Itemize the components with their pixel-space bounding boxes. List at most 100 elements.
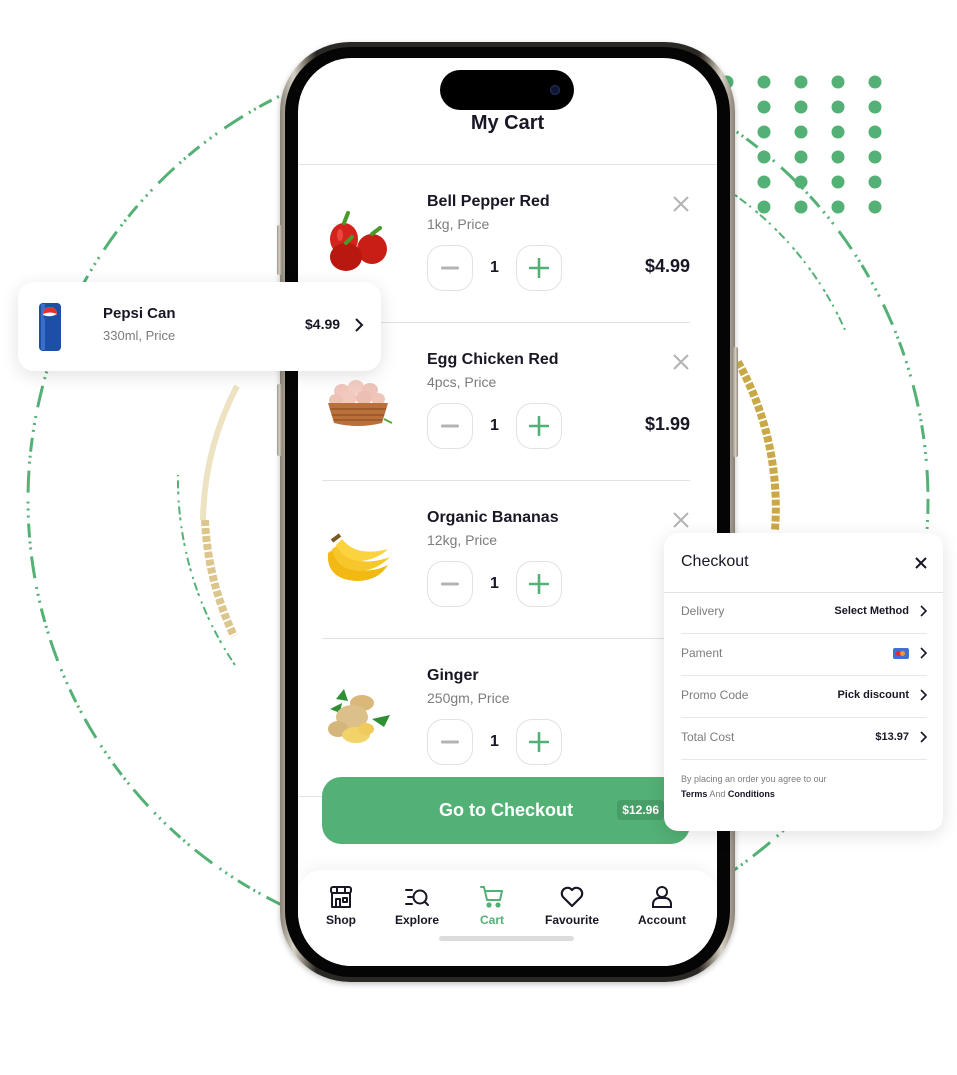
cart-item: Ginger 250gm, Price 1 $2 [322, 639, 690, 797]
tab-label: Explore [394, 913, 439, 927]
row-value: $13.97 [875, 731, 909, 743]
decrease-quantity-button[interactable] [427, 561, 473, 607]
decor-dot [868, 75, 882, 89]
decor-dot [794, 75, 808, 89]
bell-pepper-image [330, 211, 387, 271]
decor-dot [868, 125, 882, 139]
quantity-value: 1 [490, 259, 499, 276]
decor-dot [757, 125, 771, 139]
cart-item: Organic Bananas 12kg, Price 1 $3. [322, 481, 690, 639]
item-price: $4.99 [644, 256, 690, 276]
quantity-value: 1 [490, 733, 499, 750]
checkout-row-delivery[interactable]: Delivery Select Method [681, 592, 927, 634]
increase-quantity-button[interactable] [516, 245, 562, 291]
increase-quantity-button[interactable] [516, 403, 562, 449]
decrease-quantity-button[interactable] [427, 245, 473, 291]
terms-text: By placing an order you agree to our Ter… [681, 772, 827, 802]
checkout-row-promo[interactable]: Promo Code Pick discount [681, 676, 927, 718]
item-subtitle: 1kg, Price [427, 216, 490, 232]
dynamic-island [440, 70, 574, 110]
decor-dot [868, 175, 882, 189]
item-subtitle: 250gm, Price [427, 690, 510, 706]
explore-search-icon [405, 889, 429, 906]
tab-label: Cart [479, 913, 504, 927]
close-icon[interactable] [914, 556, 928, 570]
decor-dot [831, 175, 845, 189]
plus-icon [529, 574, 549, 594]
chevron-right-icon [920, 647, 927, 659]
bottom-tab-bar: Shop Explore Cart Favourite Account [298, 870, 717, 966]
ginger-image [328, 689, 390, 743]
chevron-right-icon [920, 731, 927, 743]
item-name: Organic Bananas [427, 509, 559, 526]
store-icon [330, 886, 352, 908]
plus-icon [529, 258, 549, 278]
chevron-right-icon [920, 689, 927, 701]
home-indicator [439, 936, 574, 941]
checkout-total-badge: $12.96 [617, 800, 664, 820]
camera-icon [550, 85, 560, 95]
decor-dot [757, 75, 771, 89]
decrease-quantity-button[interactable] [427, 719, 473, 765]
tab-account[interactable]: Account [622, 884, 702, 927]
item-name: Ginger [427, 667, 479, 684]
tab-shop[interactable]: Shop [301, 884, 381, 927]
item-name: Egg Chicken Red [427, 351, 559, 368]
checkout-row-total[interactable]: Total Cost $13.97 [681, 718, 927, 760]
cart-icon [480, 886, 503, 908]
decor-dot [757, 100, 771, 114]
decor-dot [757, 200, 771, 214]
decrease-quantity-button[interactable] [427, 403, 473, 449]
increase-quantity-button[interactable] [516, 719, 562, 765]
checkout-row-payment[interactable]: Pament [681, 634, 927, 676]
decor-dot [868, 150, 882, 164]
remove-item-icon[interactable] [672, 353, 690, 371]
row-label: Pament [681, 646, 723, 660]
volume-up-button [277, 225, 282, 275]
terms-link[interactable]: Terms [681, 789, 707, 799]
decor-dot [831, 100, 845, 114]
product-price: $4.99 [305, 316, 341, 332]
product-name: Pepsi Can [103, 305, 176, 322]
app-screen: My Cart Bell Pepper Red 1kg, Price 1 $4.… [298, 58, 717, 966]
decor-dot [794, 125, 808, 139]
chevron-right-icon [920, 605, 927, 617]
minus-icon [441, 424, 459, 428]
chevron-right-icon [355, 318, 364, 332]
power-button [733, 347, 738, 457]
decor-dot [831, 125, 845, 139]
quantity-value: 1 [490, 575, 499, 592]
conditions-link[interactable]: Conditions [728, 789, 775, 799]
decor-dot [831, 75, 845, 89]
floating-product-card[interactable]: Pepsi Can 330ml, Price $4.99 [18, 282, 381, 371]
item-subtitle: 4pcs, Price [427, 374, 497, 390]
row-value: Select Method [834, 605, 909, 617]
tab-favourite[interactable]: Favourite [532, 884, 612, 927]
tab-label: Favourite [544, 913, 599, 927]
row-label: Delivery [681, 604, 725, 618]
inner-dashed-arc-right [734, 194, 846, 331]
increase-quantity-button[interactable] [516, 561, 562, 607]
pepsi-can-image [39, 303, 61, 351]
user-icon [652, 886, 672, 908]
decor-dot [868, 100, 882, 114]
plus-icon [529, 416, 549, 436]
tab-label: Shop [326, 913, 356, 927]
row-value: Pick discount [837, 689, 909, 701]
go-to-checkout-button[interactable]: Go to Checkout $12.96 [322, 777, 690, 844]
checkout-button-label: Go to Checkout [439, 800, 573, 820]
bananas-image [327, 533, 390, 581]
decor-dot [831, 150, 845, 164]
remove-item-icon[interactable] [672, 511, 690, 529]
quantity-value: 1 [490, 417, 499, 434]
decor-dot [868, 200, 882, 214]
mastercard-icon [893, 648, 909, 659]
phone-mockup: My Cart Bell Pepper Red 1kg, Price 1 $4.… [277, 42, 738, 982]
tab-explore[interactable]: Explore [377, 884, 457, 927]
dot-grid [720, 75, 882, 214]
tab-label: Account [638, 913, 686, 927]
remove-item-icon[interactable] [672, 195, 690, 213]
minus-icon [441, 740, 459, 744]
minus-icon [441, 266, 459, 270]
tab-cart[interactable]: Cart [452, 884, 532, 927]
